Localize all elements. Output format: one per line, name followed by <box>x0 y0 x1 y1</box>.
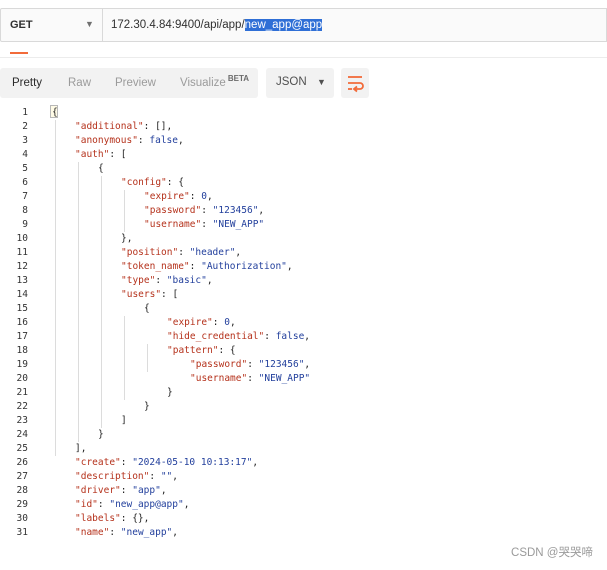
code-line: "description": "", <box>75 471 178 482</box>
response-body[interactable]: 1 2 3 4 5 6 7 8 9 10 11 12 13 14 15 16 17 18 19 20 21 22 23 24 2… <box>0 104 607 550</box>
line-number: 19 <box>16 359 28 370</box>
code-line: "users": [ <box>121 289 179 300</box>
indent-guide <box>124 190 125 232</box>
code-line: "name": "new_app", <box>75 527 178 538</box>
line-number: 3 <box>22 135 28 146</box>
code-line: "labels": {}, <box>75 513 150 524</box>
pretty-tab[interactable]: Pretty <box>12 68 42 98</box>
code-line: "additional": [], <box>75 121 173 132</box>
line-number: 18 <box>16 345 28 356</box>
code-line: ] <box>121 415 127 426</box>
code-line: "password": "123456", <box>144 205 265 216</box>
visualize-tab[interactable]: Visualize BETA <box>180 68 249 98</box>
method-select[interactable]: GET ▼ <box>0 8 103 42</box>
line-number: 13 <box>16 275 28 286</box>
code-line: "create": "2024-05-10 10:13:17", <box>75 457 259 468</box>
wrap-lines-icon <box>348 76 364 93</box>
chevron-down-icon: ▼ <box>85 19 94 29</box>
code-line: "config": { <box>121 177 184 188</box>
url-selected-text: new_app@app <box>244 19 323 31</box>
code-line: "auth": [ <box>75 149 127 160</box>
line-number: 22 <box>16 401 28 412</box>
code-line: "anonymous": false, <box>75 135 184 146</box>
line-number: 20 <box>16 373 28 384</box>
url-text: 172.30.4.84:9400/api/app/new_app@app <box>111 19 323 31</box>
code-line: "username": "NEW_APP" <box>190 373 311 384</box>
code-line: "username": "NEW_APP" <box>144 219 265 230</box>
code-line: { <box>144 303 150 314</box>
code-line: { <box>98 163 104 174</box>
code-line: { <box>52 107 58 118</box>
code-line: } <box>98 429 104 440</box>
visualize-label: Visualize <box>180 77 226 89</box>
line-number: 10 <box>16 233 28 244</box>
code-line: "type": "basic", <box>121 275 213 286</box>
indent-guide <box>101 176 102 428</box>
code-line: "position": "header", <box>121 247 242 258</box>
url-prefix: 172.30.4.84:9400/api/app/ <box>111 19 245 31</box>
code-line: "expire": 0, <box>144 191 213 202</box>
code-line: "hide_credential": false, <box>167 331 311 342</box>
code-line: } <box>167 387 173 398</box>
line-number: 30 <box>16 513 28 524</box>
line-number: 6 <box>22 177 28 188</box>
line-number: 17 <box>16 331 28 342</box>
request-bar: GET ▼ 172.30.4.84:9400/api/app/new_app@a… <box>0 0 607 50</box>
code-line: "pattern": { <box>167 345 236 356</box>
code-line: "token_name": "Authorization", <box>121 261 293 272</box>
format-select[interactable]: JSON ▼ <box>266 68 334 98</box>
response-toolbar: Pretty Raw Preview Visualize BETA JSON ▼ <box>0 68 607 98</box>
line-number: 1 <box>22 107 28 118</box>
line-number: 25 <box>16 443 28 454</box>
line-number-gutter: 1 2 3 4 5 6 7 8 9 10 11 12 13 14 15 16 17 18 19 20 21 22 23 24 2… <box>0 104 44 550</box>
line-number: 2 <box>22 121 28 132</box>
line-number: 28 <box>16 485 28 496</box>
watermark: CSDN @哭哭啼 <box>511 547 593 559</box>
code-line: "id": "new_app@app", <box>75 499 190 510</box>
indent-guide <box>55 120 56 456</box>
code-line: "password": "123456", <box>190 359 311 370</box>
beta-badge: BETA <box>227 74 250 83</box>
line-number: 14 <box>16 289 28 300</box>
line-number: 8 <box>22 205 28 216</box>
line-number: 26 <box>16 457 28 468</box>
format-label: JSON <box>276 76 307 88</box>
line-number: 31 <box>16 527 28 538</box>
raw-tab[interactable]: Raw <box>68 68 91 98</box>
code-line: "driver": "app", <box>75 485 167 496</box>
code-line: }, <box>121 233 133 244</box>
line-number: 21 <box>16 387 28 398</box>
indent-guide <box>124 316 125 400</box>
line-number: 12 <box>16 261 28 272</box>
line-number: 27 <box>16 471 28 482</box>
line-number: 23 <box>16 415 28 426</box>
line-number: 7 <box>22 191 28 202</box>
indent-guide <box>147 344 148 372</box>
method-label: GET <box>10 19 33 31</box>
active-tab-indicator <box>10 52 28 54</box>
url-input[interactable]: 172.30.4.84:9400/api/app/new_app@app <box>103 8 607 42</box>
chevron-down-icon: ▼ <box>317 77 326 87</box>
line-number: 29 <box>16 499 28 510</box>
code-line: ], <box>75 443 87 454</box>
line-number: 24 <box>16 429 28 440</box>
preview-tab[interactable]: Preview <box>115 68 156 98</box>
line-number: 11 <box>16 247 28 258</box>
line-number: 5 <box>22 163 28 174</box>
code-line: "expire": 0, <box>167 317 236 328</box>
divider <box>0 57 607 58</box>
line-number: 4 <box>22 149 28 160</box>
line-number: 9 <box>22 219 28 230</box>
code-line: } <box>144 401 150 412</box>
line-number: 16 <box>16 317 28 328</box>
line-number: 15 <box>16 303 28 314</box>
wrap-lines-button[interactable] <box>341 68 369 98</box>
indent-guide <box>78 162 79 442</box>
